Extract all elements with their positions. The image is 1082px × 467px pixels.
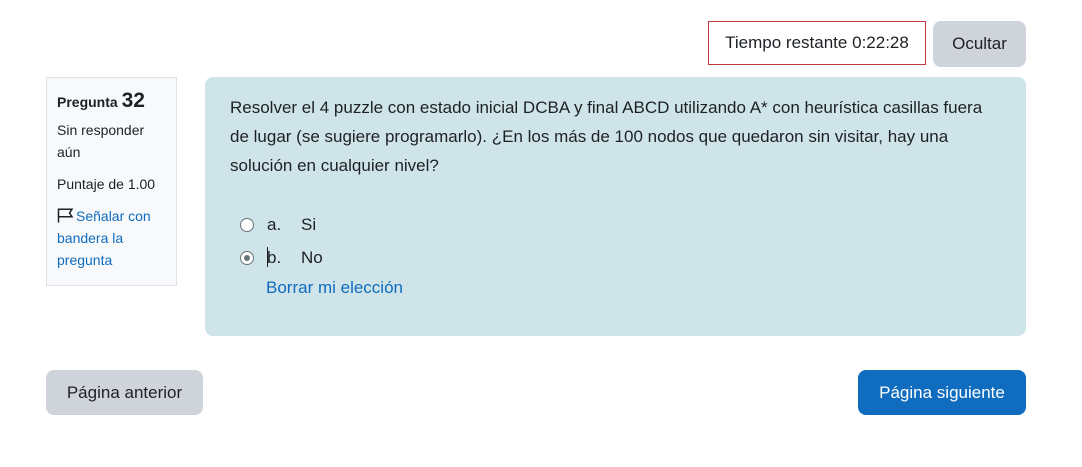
answer-option-b[interactable]: b. No xyxy=(230,241,1001,274)
question-info-panel: Pregunta 32 Sin responder aún Puntaje de… xyxy=(46,77,177,286)
question-text: Resolver el 4 puzzle con estado inicial … xyxy=(230,98,983,175)
answer-b-letter: b. xyxy=(267,248,282,267)
question-content: Resolver el 4 puzzle con estado inicial … xyxy=(205,77,1026,336)
answer-b-letter-wrap: b. xyxy=(267,247,301,268)
time-remaining-box: Tiempo restante 0:22:28 xyxy=(708,21,926,65)
question-number-heading: Pregunta 32 xyxy=(57,90,166,113)
answer-a-text[interactable]: Si xyxy=(301,215,316,235)
next-page-button[interactable]: Página siguiente xyxy=(858,370,1026,415)
flag-question-link[interactable]: Señalar con bandera la pregunta xyxy=(57,205,166,271)
time-remaining-value: 0:22:28 xyxy=(852,33,909,52)
answer-options: a. Si b. No Borrar mi elección xyxy=(230,208,1001,298)
question-state: Sin responder aún xyxy=(57,122,145,160)
flag-icon xyxy=(57,208,74,223)
question-label: Pregunta xyxy=(57,94,118,110)
question-number: 32 xyxy=(121,89,145,112)
previous-page-button[interactable]: Página anterior xyxy=(46,370,203,415)
answer-b-radio[interactable] xyxy=(240,250,254,265)
time-remaining-label: Tiempo restante xyxy=(725,33,848,52)
hide-timer-button[interactable]: Ocultar xyxy=(933,21,1026,67)
answer-option-a[interactable]: a. Si xyxy=(230,208,1001,241)
answer-a-letter: a. xyxy=(267,214,282,234)
question-grade: Puntaje de 1.00 xyxy=(57,176,156,192)
answer-a-radio[interactable] xyxy=(240,217,254,232)
answer-b-text[interactable]: No xyxy=(301,248,323,268)
clear-choice-link[interactable]: Borrar mi elección xyxy=(266,278,1001,298)
quiz-page: Tiempo restante 0:22:28 Ocultar Pregunta… xyxy=(0,0,1082,467)
